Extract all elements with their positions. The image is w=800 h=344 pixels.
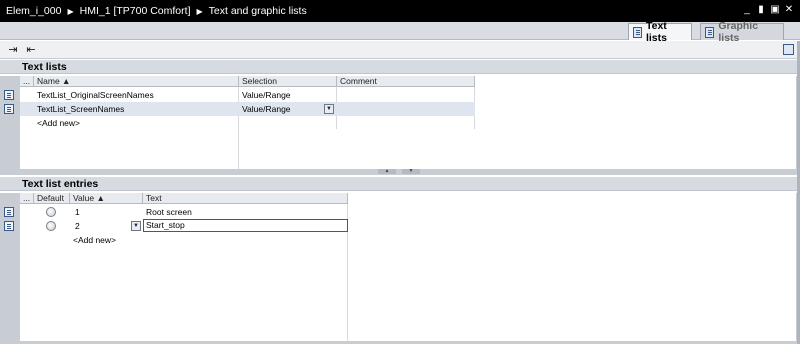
entry-row-icon[interactable]	[4, 207, 14, 217]
window-controls: _ ▮ ▣ ✕	[742, 4, 794, 16]
layout-icon[interactable]	[783, 44, 794, 55]
table-row-selected[interactable]: TextList_ScreenNames Value/Range ▼	[20, 102, 475, 116]
entry-value[interactable]: 1	[72, 205, 132, 219]
text-list-row-icon[interactable]	[4, 90, 14, 100]
text-list-selection[interactable]: Value/Range	[239, 88, 337, 102]
text-list-name[interactable]: TextList_OriginalScreenNames	[34, 88, 239, 102]
remove-row-icon[interactable]: ⇤	[24, 43, 38, 57]
default-radio[interactable]	[46, 221, 56, 231]
editor-tab-strip: Text lists Graphic lists	[0, 20, 800, 44]
maximize-icon[interactable]: ▣	[770, 4, 780, 16]
collapse-down-icon[interactable]: ▼	[402, 169, 420, 174]
add-new-entry[interactable]: <Add new>	[70, 233, 190, 247]
table-row[interactable]: 1 Root screen	[20, 205, 348, 219]
text-lists-table: ... Name ▲ Selection Comment TextList_Or…	[0, 76, 797, 169]
breadcrumb-device[interactable]: HMI_1 [TP700 Comfort]	[80, 5, 191, 17]
add-new-row[interactable]: <Add new>	[20, 116, 220, 130]
text-list-row-icon[interactable]	[4, 104, 14, 114]
add-new-row[interactable]: <Add new>	[20, 233, 220, 247]
text-list-selection[interactable]: Value/Range	[239, 102, 319, 116]
text-list-icon	[633, 26, 642, 38]
chevron-down-icon[interactable]: ▼	[131, 221, 141, 231]
table-row[interactable]: TextList_OriginalScreenNames Value/Range	[20, 88, 475, 102]
column-header-dots[interactable]: ...	[20, 193, 34, 204]
add-row-icon[interactable]: ⇥	[6, 43, 20, 57]
text-lists-header: Text lists	[0, 60, 797, 74]
breadcrumb-editor: Text and graphic lists	[208, 5, 307, 17]
chevron-down-icon[interactable]: ▼	[324, 104, 334, 114]
column-header-default[interactable]: Default	[34, 193, 70, 204]
breadcrumb-project[interactable]: Elem_i_000	[6, 5, 61, 17]
breadcrumb-separator-icon: ▶	[67, 6, 74, 16]
column-header-text[interactable]: Text	[143, 193, 348, 204]
text-list-entries-table: ... Default Value ▲ Text 1 Root screen 2…	[0, 193, 797, 341]
text-list-comment[interactable]	[337, 88, 475, 102]
text-list-entries-header: Text list entries	[0, 177, 797, 191]
close-icon[interactable]: ✕	[784, 4, 794, 16]
graphic-list-icon	[705, 26, 715, 38]
add-new-text-list[interactable]: <Add new>	[34, 116, 214, 130]
editor-toolbar: ⇥ ⇤	[0, 41, 800, 59]
collapse-up-icon[interactable]: ▲	[378, 169, 396, 174]
entry-row-icon[interactable]	[4, 221, 14, 231]
title-bar: Elem_i_000 ▶ HMI_1 [TP700 Comfort] ▶ Tex…	[0, 0, 800, 22]
text-list-name[interactable]: TextList_ScreenNames	[34, 102, 239, 116]
table-row-selected[interactable]: 2 ▼ Start_stop	[20, 219, 348, 233]
text-list-comment[interactable]	[337, 102, 475, 116]
entry-value[interactable]: 2	[72, 219, 122, 233]
column-header-selection[interactable]: Selection	[239, 76, 337, 87]
default-radio[interactable]	[46, 207, 56, 217]
breadcrumb-separator-icon: ▶	[196, 6, 203, 16]
column-header-value[interactable]: Value ▲	[70, 193, 143, 204]
tab-text-lists[interactable]: Text lists	[628, 20, 692, 44]
column-header-dots[interactable]: ...	[20, 76, 34, 87]
column-header-name[interactable]: Name ▲	[34, 76, 239, 87]
entry-text-edit-field[interactable]: Start_stop	[143, 219, 348, 232]
column-header-comment[interactable]: Comment	[337, 76, 475, 87]
tab-graphic-lists[interactable]: Graphic lists	[700, 20, 784, 44]
float-icon[interactable]: ▮	[756, 4, 766, 16]
entry-text[interactable]: Root screen	[143, 205, 343, 219]
pane-splitter[interactable]: ▲ ▼	[0, 169, 797, 175]
minimize-icon[interactable]: _	[742, 4, 752, 16]
